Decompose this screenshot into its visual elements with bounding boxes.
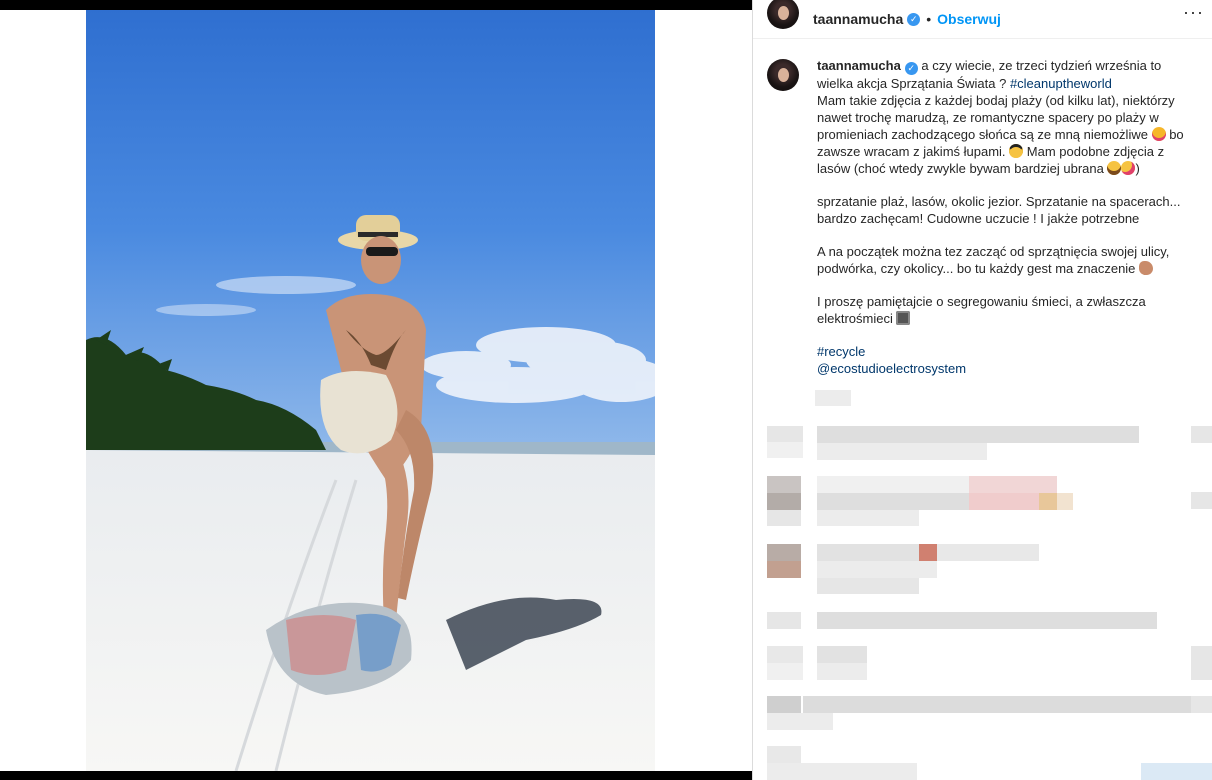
- hashtag-recycle[interactable]: #recycle: [817, 344, 865, 359]
- hashtag-cleanuptheworld[interactable]: #cleanuptheworld: [1010, 76, 1112, 91]
- flexed-biceps-icon: [1139, 261, 1154, 275]
- caption-para2: sprzatanie plaż, lasów, okolic jezior. S…: [817, 194, 1181, 226]
- verified-badge-icon: ✓: [907, 12, 921, 26]
- face-with-tongue-icon: [1151, 127, 1166, 141]
- caption-username[interactable]: taannamucha: [817, 58, 901, 73]
- author-username[interactable]: taannamucha: [813, 11, 903, 27]
- sunglasses-face-icon: [1009, 144, 1024, 158]
- post-header: taannamucha ✓ • Obserwuj ···: [753, 0, 1212, 39]
- caption-para1a: Mam takie zdjęcia z każdej bodaj plaży (…: [817, 93, 1175, 142]
- post-photo[interactable]: [86, 10, 655, 771]
- caption-avatar[interactable]: [767, 59, 799, 91]
- caption-text: taannamucha ✓ a czy wiecie, ze trzeci tyd…: [817, 57, 1187, 377]
- author-avatar[interactable]: [767, 0, 799, 29]
- pixelated-comments: [753, 388, 1212, 780]
- beach-photo-illustration: [86, 10, 655, 771]
- mention-ecostudioelectrosystem[interactable]: @ecostudioelectrosystem: [817, 361, 966, 376]
- header-separator: •: [926, 11, 932, 27]
- caption-para4: I proszę pamiętajcie o segregowaniu śmie…: [817, 294, 1146, 326]
- zany-face-icon: [1121, 161, 1136, 175]
- post-caption: taannamucha ✓ a czy wiecie, ze trzeci tyd…: [767, 57, 1187, 377]
- caption-verified-badge-icon: ✓: [904, 62, 918, 75]
- media-bottom-letterbox: [0, 771, 752, 780]
- follow-button[interactable]: Obserwuj: [937, 11, 1001, 27]
- post-media-area: [0, 0, 752, 780]
- caption-para3: A na początek można tez zacząć od sprząt…: [817, 244, 1170, 276]
- more-options-icon[interactable]: ···: [1183, 2, 1204, 23]
- television-icon: [896, 311, 911, 325]
- media-top-letterbox: [0, 0, 752, 10]
- tears-of-joy-icon: [1107, 161, 1122, 175]
- post-side-panel: taannamucha ✓ • Obserwuj ··· taannamucha…: [752, 0, 1212, 780]
- caption-para1d: ): [1135, 161, 1140, 176]
